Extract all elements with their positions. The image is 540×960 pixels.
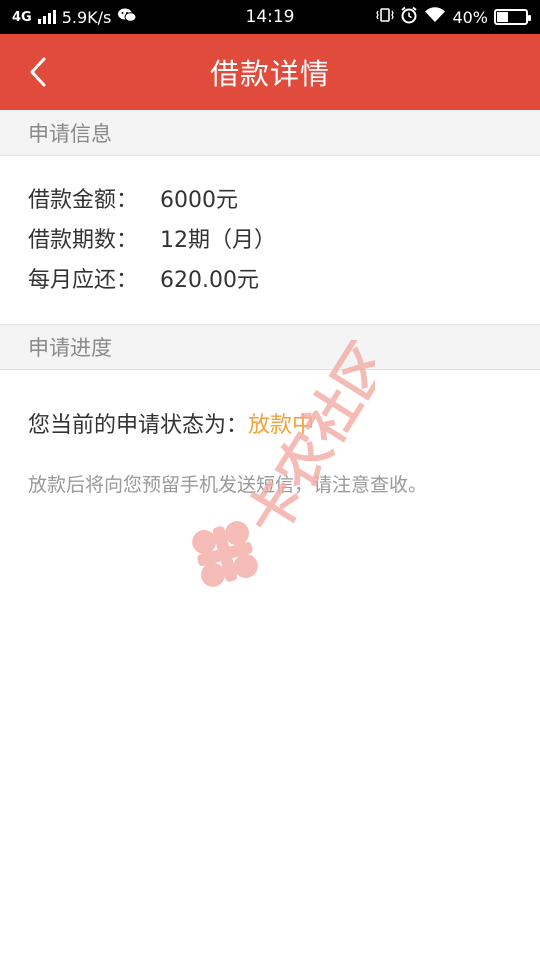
section-header-application-info: 申请信息 [0,110,540,156]
status-bar-left: 4G 5.9K/s [12,7,137,27]
info-row-loan-amount: 借款金额： 6000元 [28,178,512,218]
status-bar-right: 40% [376,6,531,28]
info-value: 12期（月） [160,228,276,253]
wechat-icon [117,7,137,27]
sms-notice: 放款后将向您预留手机发送短信，请注意查收。 [28,474,428,496]
info-label: 每月应还： [28,268,139,293]
network-speed: 5.9K/s [61,7,112,27]
network-type: 4G [12,9,32,25]
signal-icon [37,10,56,24]
application-info-list: 借款金额： 6000元 借款期数： 12期（月） 每月应还： 620.00元 [0,156,540,324]
status-badge: 放款中 [248,413,315,438]
back-button[interactable] [18,52,58,92]
section-header-application-progress: 申请进度 [0,324,540,370]
battery-percent: 40% [452,7,488,27]
chevron-left-icon [30,57,46,87]
info-label: 借款期数： [28,228,139,253]
page-title: 借款详情 [209,57,330,91]
info-row-monthly-payment: 每月应还： 620.00元 [28,258,512,298]
app-screen: 4G 5.9K/s 14:19 40% 借款详情 申请信息 借款金额： 6000… [0,0,540,960]
application-progress: 您当前的申请状态为： 放款中 放款后将向您预留手机发送短信，请注意查收。 [0,370,540,497]
status-label: 您当前的申请状态为： [28,413,249,438]
info-value: 6000元 [160,188,238,213]
vibrate-icon [376,7,395,27]
status-bar: 4G 5.9K/s 14:19 40% [0,0,540,34]
info-value: 620.00元 [160,268,259,293]
wifi-icon [424,7,446,27]
info-row-loan-term: 借款期数： 12期（月） [28,218,512,258]
info-label: 借款金额： [28,188,139,213]
alarm-icon [400,6,418,28]
app-header: 借款详情 [0,34,540,110]
battery-icon [494,9,531,25]
status-line: 您当前的申请状态为： 放款中 [28,406,512,440]
